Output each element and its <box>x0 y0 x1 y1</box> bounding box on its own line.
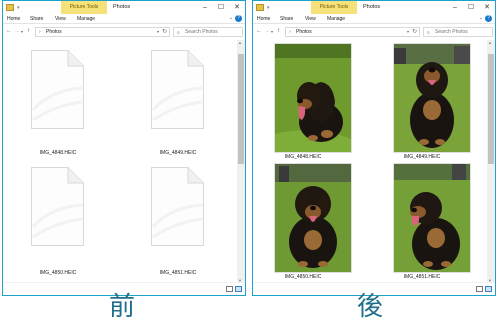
dog-photo-thumbnail <box>394 44 470 152</box>
file-name: IMG_4849.HEIC <box>159 150 197 156</box>
tab-manage[interactable]: Manage <box>327 14 345 24</box>
minimize-icon[interactable]: – <box>447 1 463 14</box>
file-name: IMG_4848.HEIC <box>39 150 77 156</box>
window-title: Photos <box>113 4 131 10</box>
quick-access-chevron-icon[interactable]: ▾ <box>17 5 20 11</box>
window-title: Photos <box>363 4 381 10</box>
file-item[interactable]: IMG_4848.HEIC <box>258 40 351 160</box>
search-icon: ⌕ <box>427 30 430 36</box>
large-icons-view-icon[interactable] <box>235 286 242 292</box>
address-field[interactable]: › Photos ▾ ↻ <box>35 27 170 37</box>
tab-share[interactable]: Share <box>30 14 43 24</box>
vertical-scrollbar[interactable]: ▲ ▼ <box>237 40 245 283</box>
explorer-window-after: ▾ Picture Tools Photos – ☐ ✕ Home Share … <box>252 0 496 296</box>
scroll-thumb[interactable] <box>238 54 244 164</box>
search-input[interactable] <box>435 28 490 36</box>
forward-arrow-icon[interactable]: → <box>14 28 20 34</box>
folder-icon[interactable] <box>6 4 14 11</box>
address-dropdown-icon[interactable]: ▾ <box>407 29 409 34</box>
generic-file-icon <box>151 50 204 129</box>
file-item[interactable]: IMG_4850.HEIC <box>13 160 103 280</box>
maximize-icon[interactable]: ☐ <box>213 1 229 14</box>
close-icon[interactable]: ✕ <box>229 1 245 14</box>
scroll-up-icon[interactable]: ▲ <box>238 40 242 45</box>
vertical-scrollbar[interactable]: ▲ ▼ <box>487 40 495 283</box>
dog-photo-thumbnail <box>275 164 351 272</box>
file-item[interactable]: IMG_4850.HEIC <box>258 164 351 284</box>
tab-share[interactable]: Share <box>280 14 293 24</box>
details-view-icon[interactable] <box>476 286 483 292</box>
file-name: IMG_4850.HEIC <box>39 270 77 276</box>
tab-home[interactable]: Home <box>257 14 270 24</box>
title-bar: ▾ Picture Tools Photos – ☐ ✕ <box>3 1 245 14</box>
file-item[interactable]: IMG_4849.HEIC <box>377 40 470 160</box>
file-grid: IMG_4848.HEIC IMG_4849.HEIC IMG_4850.HEI… <box>253 40 489 283</box>
search-icon: ⌕ <box>177 30 180 36</box>
generic-file-icon <box>151 167 204 246</box>
large-icons-view-icon[interactable] <box>485 286 492 292</box>
breadcrumb[interactable]: Photos <box>296 29 312 35</box>
scroll-thumb[interactable] <box>488 54 494 164</box>
file-grid: IMG_4848.HEIC IMG_4849.HEIC IMG_4850.HEI… <box>3 40 239 283</box>
tab-view[interactable]: View <box>305 14 316 24</box>
up-arrow-icon[interactable]: ↑ <box>27 28 30 34</box>
picture-tools-tab[interactable]: Picture Tools <box>61 1 107 14</box>
back-arrow-icon[interactable]: ← <box>6 28 12 34</box>
minimize-icon[interactable]: – <box>197 1 213 14</box>
search-box[interactable]: ⌕ <box>173 27 243 37</box>
ribbon-tabs: Home Share View Manage ⌄ ? <box>253 14 495 24</box>
address-bar-row: ← → ▾ ↑ › Photos ▾ ↻ ⌕ <box>253 25 495 39</box>
title-bar: ▾ Picture Tools Photos – ☐ ✕ <box>253 1 495 14</box>
recent-locations-icon[interactable]: ▾ <box>21 29 23 34</box>
up-arrow-icon[interactable]: ↑ <box>277 28 280 34</box>
recent-locations-icon[interactable]: ▾ <box>271 29 273 34</box>
back-arrow-icon[interactable]: ← <box>256 28 262 34</box>
picture-tools-tab[interactable]: Picture Tools <box>311 1 357 14</box>
file-item[interactable]: IMG_4849.HEIC <box>133 40 223 160</box>
file-name: IMG_4851.HEIC <box>403 274 441 280</box>
maximize-icon[interactable]: ☐ <box>463 1 479 14</box>
after-caption: 後 <box>357 292 384 322</box>
file-name: IMG_4851.HEIC <box>159 270 197 276</box>
help-icon[interactable]: ? <box>235 15 242 22</box>
ribbon-expand-icon[interactable]: ⌄ <box>229 15 233 21</box>
breadcrumb-chevron-icon: › <box>39 29 41 35</box>
dog-photo-thumbnail <box>394 164 470 272</box>
file-name: IMG_4849.HEIC <box>403 154 441 160</box>
file-item[interactable]: IMG_4848.HEIC <box>13 40 103 160</box>
breadcrumb[interactable]: Photos <box>46 29 62 35</box>
quick-access-chevron-icon[interactable]: ▾ <box>267 5 270 11</box>
help-icon[interactable]: ? <box>485 15 492 22</box>
address-dropdown-icon[interactable]: ▾ <box>157 29 159 34</box>
forward-arrow-icon[interactable]: → <box>264 28 270 34</box>
before-caption: 前 <box>109 292 136 322</box>
search-input[interactable] <box>185 28 240 36</box>
breadcrumb-chevron-icon: › <box>289 29 291 35</box>
generic-file-icon <box>31 50 84 129</box>
generic-file-icon <box>31 167 84 246</box>
file-item[interactable]: IMG_4851.HEIC <box>133 160 223 280</box>
ribbon-tabs: Home Share View Manage ⌄ ? <box>3 14 245 24</box>
file-name: IMG_4850.HEIC <box>284 274 322 280</box>
details-view-icon[interactable] <box>226 286 233 292</box>
file-item[interactable]: IMG_4851.HEIC <box>377 164 470 284</box>
file-name: IMG_4848.HEIC <box>284 154 322 160</box>
search-box[interactable]: ⌕ <box>423 27 493 37</box>
dog-photo-thumbnail <box>275 44 351 152</box>
address-field[interactable]: › Photos ▾ ↻ <box>285 27 420 37</box>
folder-icon[interactable] <box>256 4 264 11</box>
tab-home[interactable]: Home <box>7 14 20 24</box>
tab-manage[interactable]: Manage <box>77 14 95 24</box>
address-bar-row: ← → ▾ ↑ › Photos ▾ ↻ ⌕ <box>3 25 245 39</box>
scroll-up-icon[interactable]: ▲ <box>488 40 492 45</box>
close-icon[interactable]: ✕ <box>479 1 495 14</box>
refresh-icon[interactable]: ↻ <box>412 28 417 35</box>
refresh-icon[interactable]: ↻ <box>162 28 167 35</box>
ribbon-expand-icon[interactable]: ⌄ <box>479 15 483 21</box>
explorer-window-before: ▾ Picture Tools Photos – ☐ ✕ Home Share … <box>2 0 246 296</box>
tab-view[interactable]: View <box>55 14 66 24</box>
